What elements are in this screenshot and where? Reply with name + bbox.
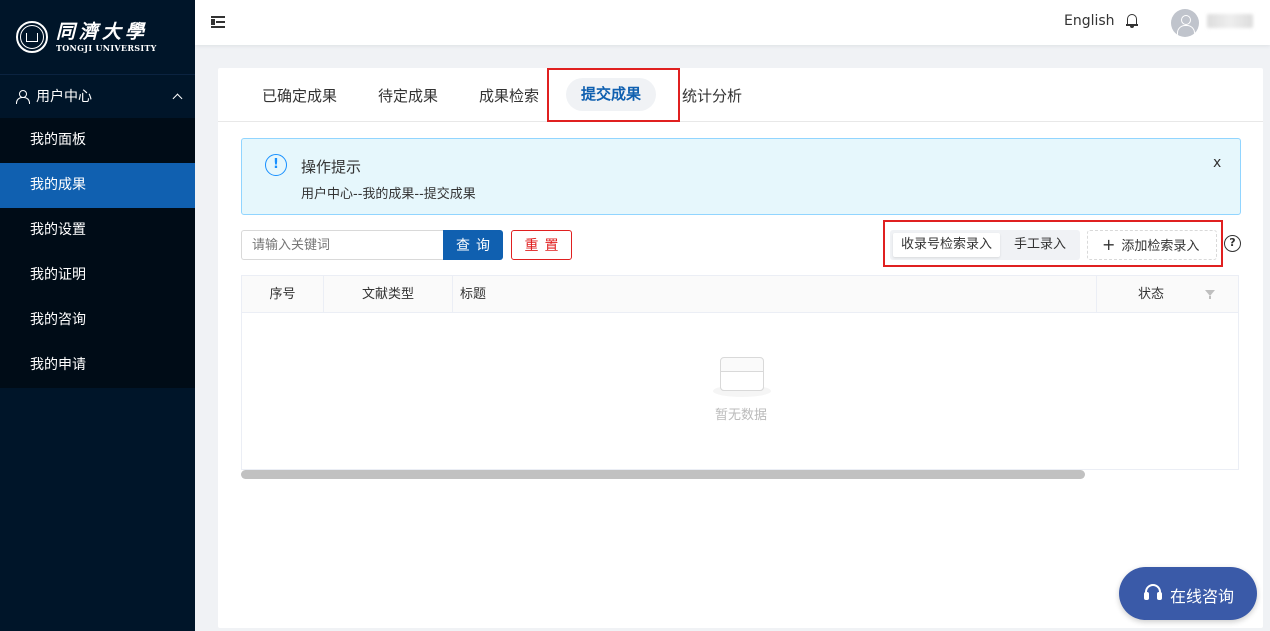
table-header: 序号 文献类型 标题 状态 bbox=[242, 275, 1238, 313]
top-header: English bbox=[195, 0, 1270, 45]
help-icon[interactable]: ? bbox=[1224, 235, 1241, 252]
filter-icon[interactable] bbox=[1205, 290, 1215, 299]
sidebar: 同濟大學 TONGJI UNIVERSITY 用户中心 我的面板 我的成果 我的… bbox=[0, 0, 195, 631]
empty-data-text: 暂无数据 bbox=[714, 408, 767, 423]
logo-name-cn: 同濟大學 bbox=[56, 21, 149, 43]
logo-name-en: TONGJI UNIVERSITY bbox=[56, 43, 157, 53]
tab-bar: 已确定成果 待定成果 成果检索 提交成果 统计分析 bbox=[218, 68, 1263, 122]
keyword-search-input[interactable] bbox=[241, 230, 444, 260]
headset-icon bbox=[1144, 584, 1162, 602]
tab-achievement-search[interactable]: 成果检索 bbox=[479, 85, 539, 106]
tab-pending-achievements[interactable]: 待定成果 bbox=[378, 85, 438, 106]
sidebar-group-label: 用户中心 bbox=[36, 89, 92, 105]
username-blurred[interactable] bbox=[1207, 14, 1253, 28]
empty-box-icon bbox=[713, 357, 771, 397]
main-card: 已确定成果 待定成果 成果检索 提交成果 统计分析 ! 操作提示 用户中心--我… bbox=[218, 68, 1263, 628]
menu-fold-icon[interactable] bbox=[211, 16, 225, 28]
highlight-box-entry-modes bbox=[883, 220, 1223, 267]
user-icon bbox=[16, 89, 30, 104]
reset-button[interactable]: 重置 bbox=[511, 230, 572, 260]
sidebar-item-certificates[interactable]: 我的证明 bbox=[0, 253, 195, 298]
column-header-title: 标题 bbox=[453, 276, 1097, 313]
query-button[interactable]: 查询 bbox=[443, 230, 503, 260]
column-header-doc-type: 文献类型 bbox=[324, 276, 453, 313]
online-consult-label: 在线咨询 bbox=[1170, 587, 1235, 606]
horizontal-scrollbar[interactable] bbox=[241, 470, 1085, 479]
alert-description: 用户中心--我的成果--提交成果 bbox=[301, 187, 476, 202]
sidebar-item-consultations[interactable]: 我的咨询 bbox=[0, 298, 195, 343]
chevron-up-icon bbox=[172, 93, 183, 103]
highlight-box-submit-tab bbox=[547, 68, 680, 122]
info-icon: ! bbox=[265, 154, 287, 176]
sidebar-item-my-achievements[interactable]: 我的成果 bbox=[0, 163, 195, 208]
column-header-index: 序号 bbox=[242, 276, 324, 313]
sidebar-item-applications[interactable]: 我的申请 bbox=[0, 343, 195, 388]
logo-text: 同濟大學 TONGJI UNIVERSITY bbox=[56, 21, 157, 53]
column-header-status: 状态 bbox=[1097, 276, 1238, 313]
operation-tip-alert: ! 操作提示 用户中心--我的成果--提交成果 x bbox=[241, 138, 1241, 215]
tab-confirmed-achievements[interactable]: 已确定成果 bbox=[262, 85, 337, 106]
university-logo[interactable]: 同濟大學 TONGJI UNIVERSITY bbox=[0, 0, 195, 75]
close-icon[interactable]: x bbox=[1213, 155, 1221, 171]
sidebar-submenu: 我的面板 我的成果 我的设置 我的证明 我的咨询 我的申请 bbox=[0, 118, 195, 388]
language-switch[interactable]: English bbox=[1064, 13, 1115, 29]
bell-icon[interactable] bbox=[1126, 13, 1138, 29]
sidebar-group-user-center[interactable]: 用户中心 bbox=[0, 75, 195, 117]
sidebar-item-settings[interactable]: 我的设置 bbox=[0, 208, 195, 253]
results-table: 序号 文献类型 标题 状态 暂无数据 bbox=[241, 275, 1239, 470]
university-seal-icon bbox=[16, 21, 48, 53]
online-consult-button[interactable]: 在线咨询 bbox=[1119, 567, 1257, 620]
alert-title: 操作提示 bbox=[301, 158, 362, 176]
sidebar-item-dashboard[interactable]: 我的面板 bbox=[0, 118, 195, 163]
avatar[interactable] bbox=[1171, 9, 1199, 37]
tab-statistics[interactable]: 统计分析 bbox=[682, 85, 742, 106]
